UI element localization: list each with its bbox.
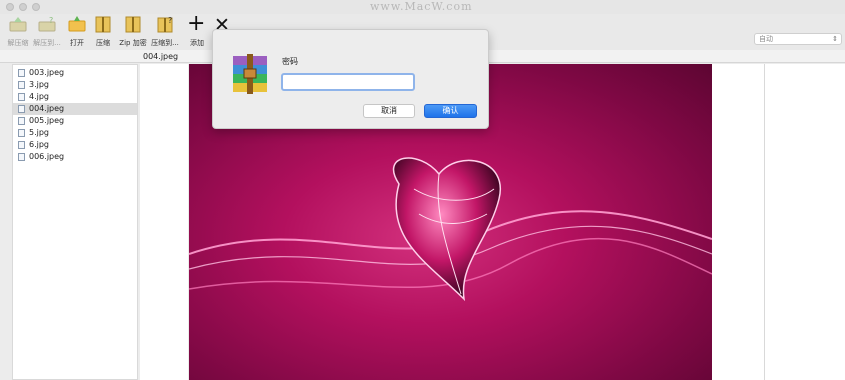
plus-icon: + — [187, 11, 206, 36]
close-window-button[interactable] — [6, 3, 14, 11]
cancel-button[interactable]: 取消 — [363, 104, 415, 118]
image-file-icon — [18, 129, 25, 137]
chevron-updown-icon: ⇕ — [832, 35, 838, 43]
compress-book-icon — [95, 16, 111, 33]
open-folder-icon — [68, 16, 86, 32]
encoding-select[interactable]: 自动 ⇕ — [754, 33, 842, 45]
file-name: 004.jpeg — [29, 104, 65, 113]
file-name: 4.jpg — [29, 92, 50, 101]
svg-text:?: ? — [168, 16, 172, 25]
info-panel — [764, 64, 845, 380]
image-file-icon — [18, 81, 25, 89]
image-file-icon — [18, 69, 25, 77]
archive-books-icon — [233, 54, 267, 94]
file-row[interactable]: 6.jpg — [13, 139, 137, 151]
file-name: 006.jpeg — [29, 152, 65, 161]
preview-margin-right — [712, 64, 764, 380]
title-bar: www.MacW.com — [0, 0, 845, 14]
image-file-icon — [18, 153, 25, 161]
file-row[interactable]: 4.jpg — [13, 91, 137, 103]
file-name: 5.jpg — [29, 128, 50, 137]
password-dialog: 密码 取消 确认 — [212, 29, 489, 129]
file-row[interactable]: 005.jpeg — [13, 115, 137, 127]
file-row-selected[interactable]: 004.jpeg — [13, 103, 137, 115]
zip-encrypt-icon — [125, 16, 141, 33]
image-file-icon — [18, 141, 25, 149]
file-row[interactable]: 006.jpeg — [13, 151, 137, 163]
file-row[interactable]: 5.jpg — [13, 127, 137, 139]
extract-icon — [9, 17, 27, 32]
extract-to-icon: ? — [38, 16, 56, 32]
compress-to-icon: ? — [157, 16, 173, 33]
file-list[interactable]: 003.jpeg 3.jpg 4.jpg 004.jpeg 005.jpeg 5… — [12, 64, 138, 380]
password-input[interactable] — [281, 73, 415, 91]
preview-margin-left — [140, 64, 188, 380]
zoom-window-button[interactable] — [32, 3, 40, 11]
file-name: 003.jpeg — [29, 68, 65, 77]
image-file-icon — [18, 117, 25, 125]
svg-text:?: ? — [49, 16, 53, 25]
file-name: 6.jpg — [29, 140, 50, 149]
file-row[interactable]: 003.jpeg — [13, 67, 137, 79]
encoding-select-value: 自动 — [759, 35, 773, 43]
minimize-window-button[interactable] — [19, 3, 27, 11]
file-name: 3.jpg — [29, 80, 50, 89]
password-label: 密码 — [282, 57, 298, 66]
title-watermark: www.MacW.com — [370, 0, 473, 13]
confirm-button[interactable]: 确认 — [424, 104, 477, 118]
image-file-icon — [18, 105, 25, 113]
file-name: 005.jpeg — [29, 116, 65, 125]
image-file-icon — [18, 93, 25, 101]
file-row[interactable]: 3.jpg — [13, 79, 137, 91]
selected-file-name: 004.jpeg — [143, 52, 179, 61]
